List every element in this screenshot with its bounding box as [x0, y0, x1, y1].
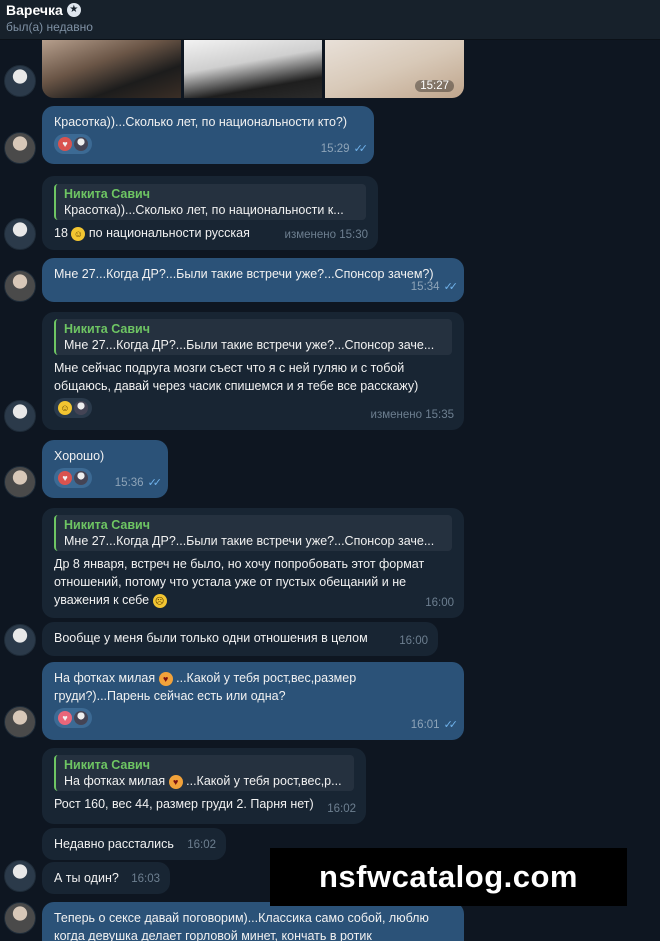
message-time: 16:02 — [327, 803, 356, 815]
red-heart-emoji-icon: ♥ — [58, 137, 72, 151]
quote-author: Никита Савич — [64, 322, 150, 336]
reaction-chip[interactable]: ☺ — [54, 398, 92, 418]
heart-eyes-emoji-icon: ♥ — [168, 775, 183, 789]
grinning-emoji-icon: ☺ — [58, 401, 72, 415]
message-bubble[interactable]: На фотках милая ♥ ...Какой у тебя рост,в… — [42, 662, 464, 740]
red-heart-emoji-icon: ♥ — [58, 471, 72, 485]
reaction-chip[interactable]: ♥ — [54, 134, 92, 154]
message-time: 16:00 — [399, 635, 428, 647]
message-bubble[interactable]: Никита Савич Мне 27...Когда ДР?...Были т… — [42, 312, 464, 430]
message-meta: 16:00 — [425, 594, 454, 612]
contact-name[interactable]: Варечка — [6, 2, 63, 18]
avatar[interactable] — [4, 902, 36, 934]
message-text: Рост 160, вес 44, размер груди 2. Парня … — [54, 797, 314, 811]
avatar[interactable] — [4, 466, 36, 498]
message-text: Хорошо) — [54, 449, 105, 463]
message-bubble[interactable]: Красотка))...Сколько лет, по национально… — [42, 106, 374, 164]
heart-eyes-emoji-icon: ♥ — [158, 672, 173, 686]
sad-emoji-icon: ☹ — [152, 594, 167, 608]
message-time: 15:29 — [320, 143, 350, 155]
photo-album[interactable]: 15:27 — [42, 40, 465, 98]
message-time: изменено 15:30 — [284, 229, 368, 241]
photo-thumbnail[interactable]: 15:27 — [325, 40, 465, 98]
avatar[interactable] — [4, 706, 36, 738]
message-meta: 15:29 ✓✓ — [320, 140, 369, 158]
message-text: Мне 27...Когда ДР?...Были такие встречи … — [54, 267, 434, 281]
star-badge-icon: ★ — [66, 3, 81, 17]
quote-text: Мне 27...Когда ДР?...Были такие встречи … — [64, 534, 435, 548]
reply-quote[interactable]: Никита Савич На фотках милая ♥ ...Какой … — [54, 755, 354, 791]
kiss-emoji-icon: ♥ — [58, 711, 72, 725]
message-time: 16:03 — [131, 873, 160, 885]
reply-quote[interactable]: Никита Савич Мне 27...Когда ДР?...Были т… — [54, 319, 452, 355]
message-time: 15:34 — [410, 281, 440, 293]
reactions[interactable]: ♥ — [54, 708, 452, 728]
message-meta: 16:02 — [187, 836, 216, 854]
message-bubble[interactable]: Мне 27...Когда ДР?...Были такие встречи … — [42, 258, 464, 302]
reply-quote[interactable]: Никита Савич Красотка))...Сколько лет, п… — [54, 184, 366, 220]
reactor-avatar — [74, 401, 88, 415]
quote-text: На фотках милая ♥ ...Какой у тебя рост,в… — [64, 774, 342, 789]
message-text: Теперь о сексе давай поговорим)...Класси… — [54, 911, 429, 941]
reply-quote[interactable]: Никита Савич Мне 27...Когда ДР?...Были т… — [54, 515, 452, 551]
message-meta: 16:01 ✓✓ — [410, 716, 459, 734]
reaction-chip[interactable]: ♥ — [54, 468, 92, 488]
message-text: Красотка))...Сколько лет, по национально… — [54, 115, 348, 129]
message-bubble[interactable]: А ты один? 16:03 — [42, 862, 170, 894]
message-bubble[interactable]: Недавно расстались 16:02 — [42, 828, 226, 860]
quote-text: Мне 27...Когда ДР?...Были такие встречи … — [64, 338, 435, 352]
message-meta: 15:34 ✓✓ — [410, 278, 459, 296]
avatar[interactable] — [4, 400, 36, 432]
avatar[interactable] — [4, 860, 36, 892]
chat-header[interactable]: Варечка ★ был(а) недавно — [0, 0, 660, 40]
double-check-icon: ✓✓ — [353, 143, 369, 155]
reaction-chip[interactable]: ♥ — [54, 708, 92, 728]
avatar[interactable] — [4, 218, 36, 250]
avatar[interactable] — [4, 270, 36, 302]
double-check-icon: ✓✓ — [443, 281, 459, 293]
photo-thumbnail[interactable] — [42, 40, 181, 98]
avatar[interactable] — [4, 624, 36, 656]
smiling-emoji-icon: ☺ — [71, 227, 86, 241]
message-meta: 16:00 — [399, 632, 428, 650]
message-list[interactable]: 15:27 Красотка))...Сколько лет, по нацио… — [0, 40, 660, 941]
message-time: 16:00 — [425, 597, 454, 609]
contact-name-row[interactable]: Варечка ★ — [6, 2, 81, 18]
quote-author: Никита Савич — [64, 758, 150, 772]
message-text: Вообще у меня были только одни отношения… — [54, 631, 368, 645]
message-bubble[interactable]: Никита Савич На фотках милая ♥ ...Какой … — [42, 748, 366, 824]
message-bubble[interactable]: Никита Савич Мне 27...Когда ДР?...Были т… — [42, 508, 464, 618]
message-time: 15:27 — [415, 80, 455, 92]
watermark: nsfwcatalog.com — [270, 848, 627, 906]
message-time: изменено 15:35 — [370, 409, 454, 421]
message-bubble[interactable]: Никита Савич Красотка))...Сколько лет, п… — [42, 176, 378, 250]
reactor-avatar — [74, 137, 88, 151]
message-time: 15:36 — [114, 477, 144, 489]
double-check-icon: ✓✓ — [443, 719, 459, 731]
double-check-icon: ✓✓ — [147, 477, 163, 489]
message-bubble[interactable]: Теперь о сексе давай поговорим)...Класси… — [42, 902, 464, 941]
reactions[interactable]: ♥ — [54, 134, 362, 154]
message-meta: 15:36 ✓✓ — [114, 474, 163, 492]
message-bubble[interactable]: Хорошо) ♥ 15:36 ✓✓ — [42, 440, 168, 498]
contact-status: был(а) недавно — [6, 20, 93, 34]
message-bubble[interactable]: Вообще у меня были только одни отношения… — [42, 622, 438, 656]
message-text: Мне сейчас подруга мозги съест что я с н… — [54, 361, 419, 393]
quote-text: Красотка))...Сколько лет, по национально… — [64, 203, 344, 217]
quote-author: Никита Савич — [64, 518, 150, 532]
avatar[interactable] — [4, 132, 36, 164]
quote-author: Никита Савич — [64, 187, 150, 201]
avatar[interactable] — [4, 65, 36, 97]
message-meta: изменено 15:35 — [371, 406, 454, 424]
message-meta: 16:02 — [327, 800, 356, 818]
message-text: Др 8 января, встреч не было, но хочу поп… — [54, 557, 425, 608]
reactor-avatar — [74, 711, 88, 725]
message-time: 16:01 — [410, 719, 440, 731]
message-meta: 16:03 — [131, 870, 160, 888]
reactor-avatar — [74, 471, 88, 485]
photo-thumbnail[interactable] — [183, 40, 323, 98]
message-meta: изменено 15:30 — [285, 226, 368, 244]
message-time: 16:02 — [187, 839, 216, 851]
message-text: На фотках милая ♥ ...Какой у тебя рост,в… — [54, 671, 357, 703]
